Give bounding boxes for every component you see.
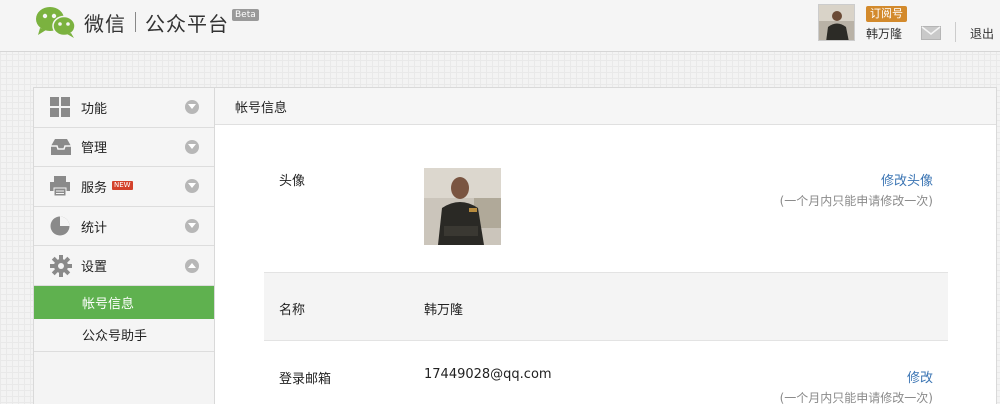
avatar-label: 头像	[279, 174, 306, 189]
sidebar-item-label: 设置	[81, 260, 108, 276]
user-avatar[interactable]	[818, 4, 855, 41]
chevron-down-icon	[185, 219, 199, 234]
printer-icon	[50, 176, 70, 197]
page-title: 帐号信息	[215, 88, 996, 125]
inbox-icon	[50, 137, 71, 157]
header-divider	[955, 22, 956, 42]
sidebar-item-label: 管理	[81, 141, 108, 157]
avatar-change-note: (一个月内只能申请修改一次)	[779, 194, 933, 208]
change-avatar-link[interactable]: 修改头像	[881, 170, 933, 189]
account-avatar	[424, 168, 501, 245]
gear-icon	[50, 255, 72, 278]
account-type-badge: 订阅号	[866, 6, 907, 22]
sidebar-item-features[interactable]: 功能	[34, 88, 214, 128]
chevron-down-icon	[185, 139, 199, 154]
email-row: 登录邮箱 17449028@qq.com 修改 (一个月内只能申请修改一次)	[264, 341, 948, 404]
sidebar-subitem-account-info[interactable]: 帐号信息	[34, 285, 214, 319]
change-email-link[interactable]: 修改	[907, 367, 933, 386]
wechat-bubbles-icon	[34, 4, 78, 40]
email-change-note: (一个月内只能申请修改一次)	[779, 391, 933, 404]
sidebar-item-services[interactable]: 服务 NEW	[34, 167, 214, 207]
name-value: 韩万隆	[424, 303, 464, 318]
email-label: 登录邮箱	[279, 372, 332, 387]
logo-divider	[135, 12, 136, 32]
chevron-down-icon	[185, 179, 199, 194]
chevron-down-icon	[185, 100, 199, 115]
sidebar-subitem-assistant[interactable]: 公众号助手	[34, 319, 214, 351]
main-panel: 帐号信息 头像 修改头像 (一个月内只能申请修改一次) 名称 韩万隆 登录邮箱 …	[215, 87, 997, 404]
avatar-row: 头像 修改头像 (一个月内只能申请修改一次)	[264, 126, 948, 272]
chevron-up-icon	[185, 258, 199, 273]
sidebar-item-settings[interactable]: 设置	[34, 246, 214, 286]
sidebar-item-label: 功能	[81, 101, 108, 117]
pie-chart-icon	[50, 216, 70, 236]
username[interactable]: 韩万隆	[866, 25, 902, 42]
wechat-logo[interactable]: 微信 公众平台 Beta	[34, 4, 259, 40]
logout-link[interactable]: 退出	[970, 25, 994, 42]
name-label: 名称	[279, 303, 306, 318]
email-value: 17449028@qq.com	[424, 367, 552, 382]
sidebar-item-statistics[interactable]: 统计	[34, 206, 214, 247]
beta-badge: Beta	[232, 9, 259, 21]
name-row: 名称 韩万隆	[264, 272, 948, 341]
sidebar-item-label: 统计	[81, 220, 108, 236]
sidebar: 功能 管理 服务 NEW 统计 设置 帐号信息 公众号助手	[33, 87, 215, 404]
logo-text: 微信	[84, 11, 126, 36]
top-header: 微信 公众平台 Beta 订阅号 韩万隆 退出	[0, 0, 1000, 52]
product-name: 公众平台	[145, 11, 229, 36]
mail-icon[interactable]	[921, 26, 941, 40]
grid-icon	[50, 97, 70, 117]
sidebar-item-label: 服务	[81, 180, 108, 196]
settings-submenu: 帐号信息 公众号助手	[34, 285, 214, 352]
sidebar-item-manage[interactable]: 管理	[34, 127, 214, 168]
new-badge: NEW	[112, 181, 133, 191]
